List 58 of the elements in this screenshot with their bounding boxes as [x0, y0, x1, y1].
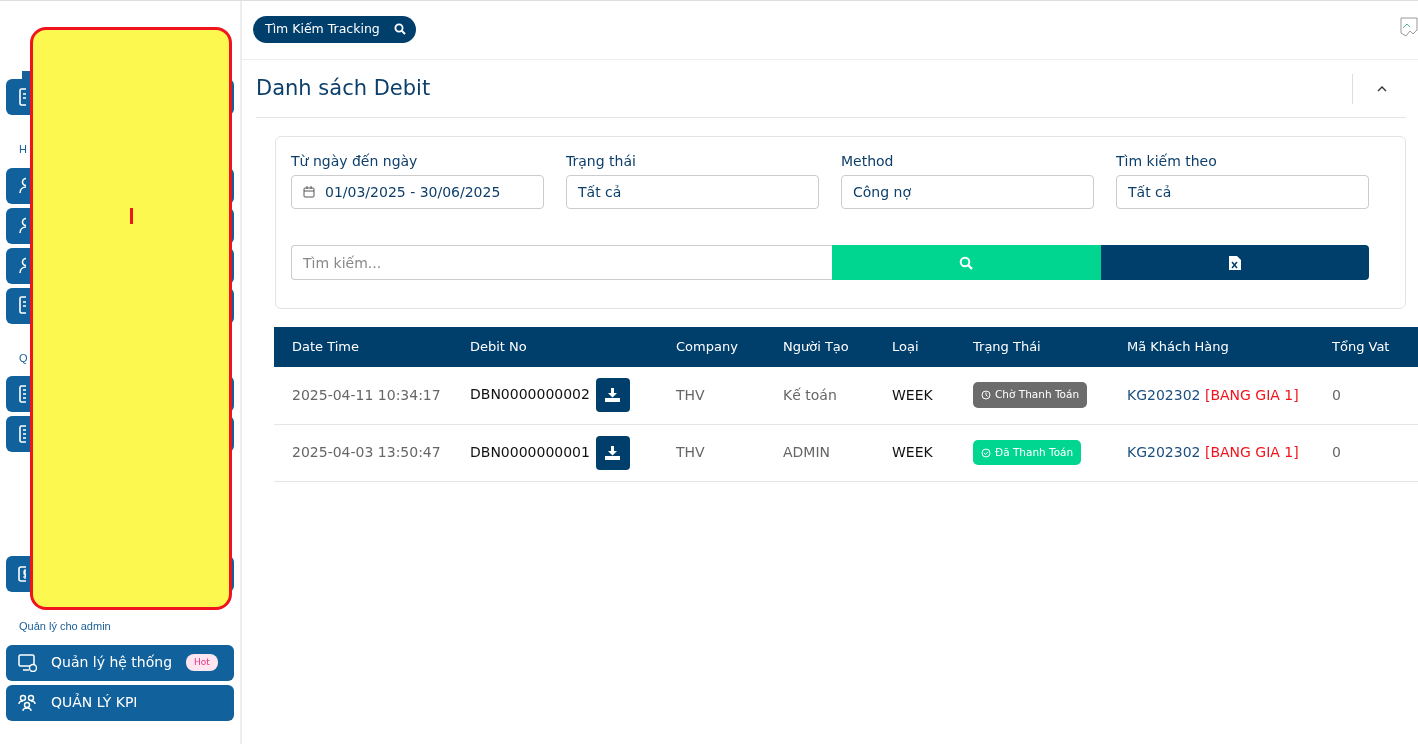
debit-number: DBN0000000002: [470, 386, 590, 403]
customer-code[interactable]: KG202302: [1127, 386, 1201, 403]
column-header: Tổng Vat: [1314, 327, 1418, 367]
table-cell: WEEK: [892, 386, 933, 403]
search-icon: [959, 255, 974, 270]
sidebar-item[interactable]: Quản lý hệ thống Hot: [6, 644, 234, 681]
check-circle-icon: [981, 447, 991, 458]
table-cell: 2025-04-03 13:50:47: [292, 444, 441, 460]
price-list-label: [BANG GIA 1]: [1204, 386, 1299, 403]
section-label: Quản lý cho admin: [18, 619, 112, 634]
column-header: Date Time: [274, 327, 452, 367]
tracking-search-button[interactable]: Tìm Kiếm Tracking: [253, 16, 416, 43]
monitor-sync-icon: [18, 653, 37, 672]
table-cell: THV: [676, 444, 705, 460]
column-header: Company: [658, 327, 765, 367]
table-cell: THV: [676, 386, 705, 403]
section-label: Q: [18, 350, 29, 366]
search-field[interactable]: Tìm kiếm...: [291, 245, 832, 280]
table-cell: WEEK: [892, 444, 933, 460]
select-field[interactable]: Tất cả: [566, 175, 819, 209]
download-button[interactable]: [595, 378, 630, 413]
sidebar-item[interactable]: QUẢN LÝ KPI: [6, 684, 234, 721]
select-field[interactable]: Tất cả: [1116, 175, 1369, 209]
filter-label: Tìm kiếm theo: [1116, 152, 1218, 171]
table-cell: 0: [1332, 444, 1341, 460]
calendar-icon: [303, 186, 315, 198]
search-icon: [393, 23, 406, 36]
debit-number: DBN0000000001: [470, 443, 590, 460]
excel-file-icon: [1228, 255, 1241, 270]
download-icon: [605, 445, 621, 460]
table-cell: ADMIN: [783, 444, 831, 460]
column-header: Trạng Thái: [955, 327, 1109, 367]
people-icon: [18, 693, 37, 712]
chevron-icon: [1377, 85, 1387, 92]
column-header: Loại: [874, 327, 955, 367]
status-badge: Đã Thanh Toán: [973, 439, 1082, 466]
customer-code[interactable]: KG202302: [1127, 444, 1201, 460]
download-icon: [605, 388, 621, 403]
price-list-label: [BANG GIA 1]: [1204, 444, 1299, 460]
column-header: Debit No: [452, 327, 658, 367]
date-range-field[interactable]: 01/03/2025 - 30/06/2025: [291, 175, 544, 209]
filter-label: Từ ngày đến ngày: [291, 152, 419, 171]
filter-label: Trạng thái: [566, 152, 637, 171]
select-field[interactable]: Công nợ: [841, 175, 1094, 209]
panel-title: Danh sách Debit: [256, 74, 431, 102]
table-cell: 2025-04-11 10:34:17: [292, 386, 441, 403]
clock-icon: [981, 390, 991, 401]
text-cursor-icon: [129, 208, 133, 224]
table-cell: 0: [1332, 386, 1341, 403]
status-badge: Chờ Thanh Toán: [973, 382, 1088, 409]
excel-export-button[interactable]: [1100, 245, 1369, 280]
column-header: Mã Khách Hàng: [1109, 327, 1314, 367]
filter-label: Method: [841, 152, 895, 171]
column-header: Người Tạo: [765, 327, 874, 367]
hot-badge: Hot: [186, 653, 218, 672]
section-label: H: [18, 142, 28, 157]
table-cell: Kế toán: [783, 386, 837, 403]
download-button[interactable]: [595, 435, 630, 470]
